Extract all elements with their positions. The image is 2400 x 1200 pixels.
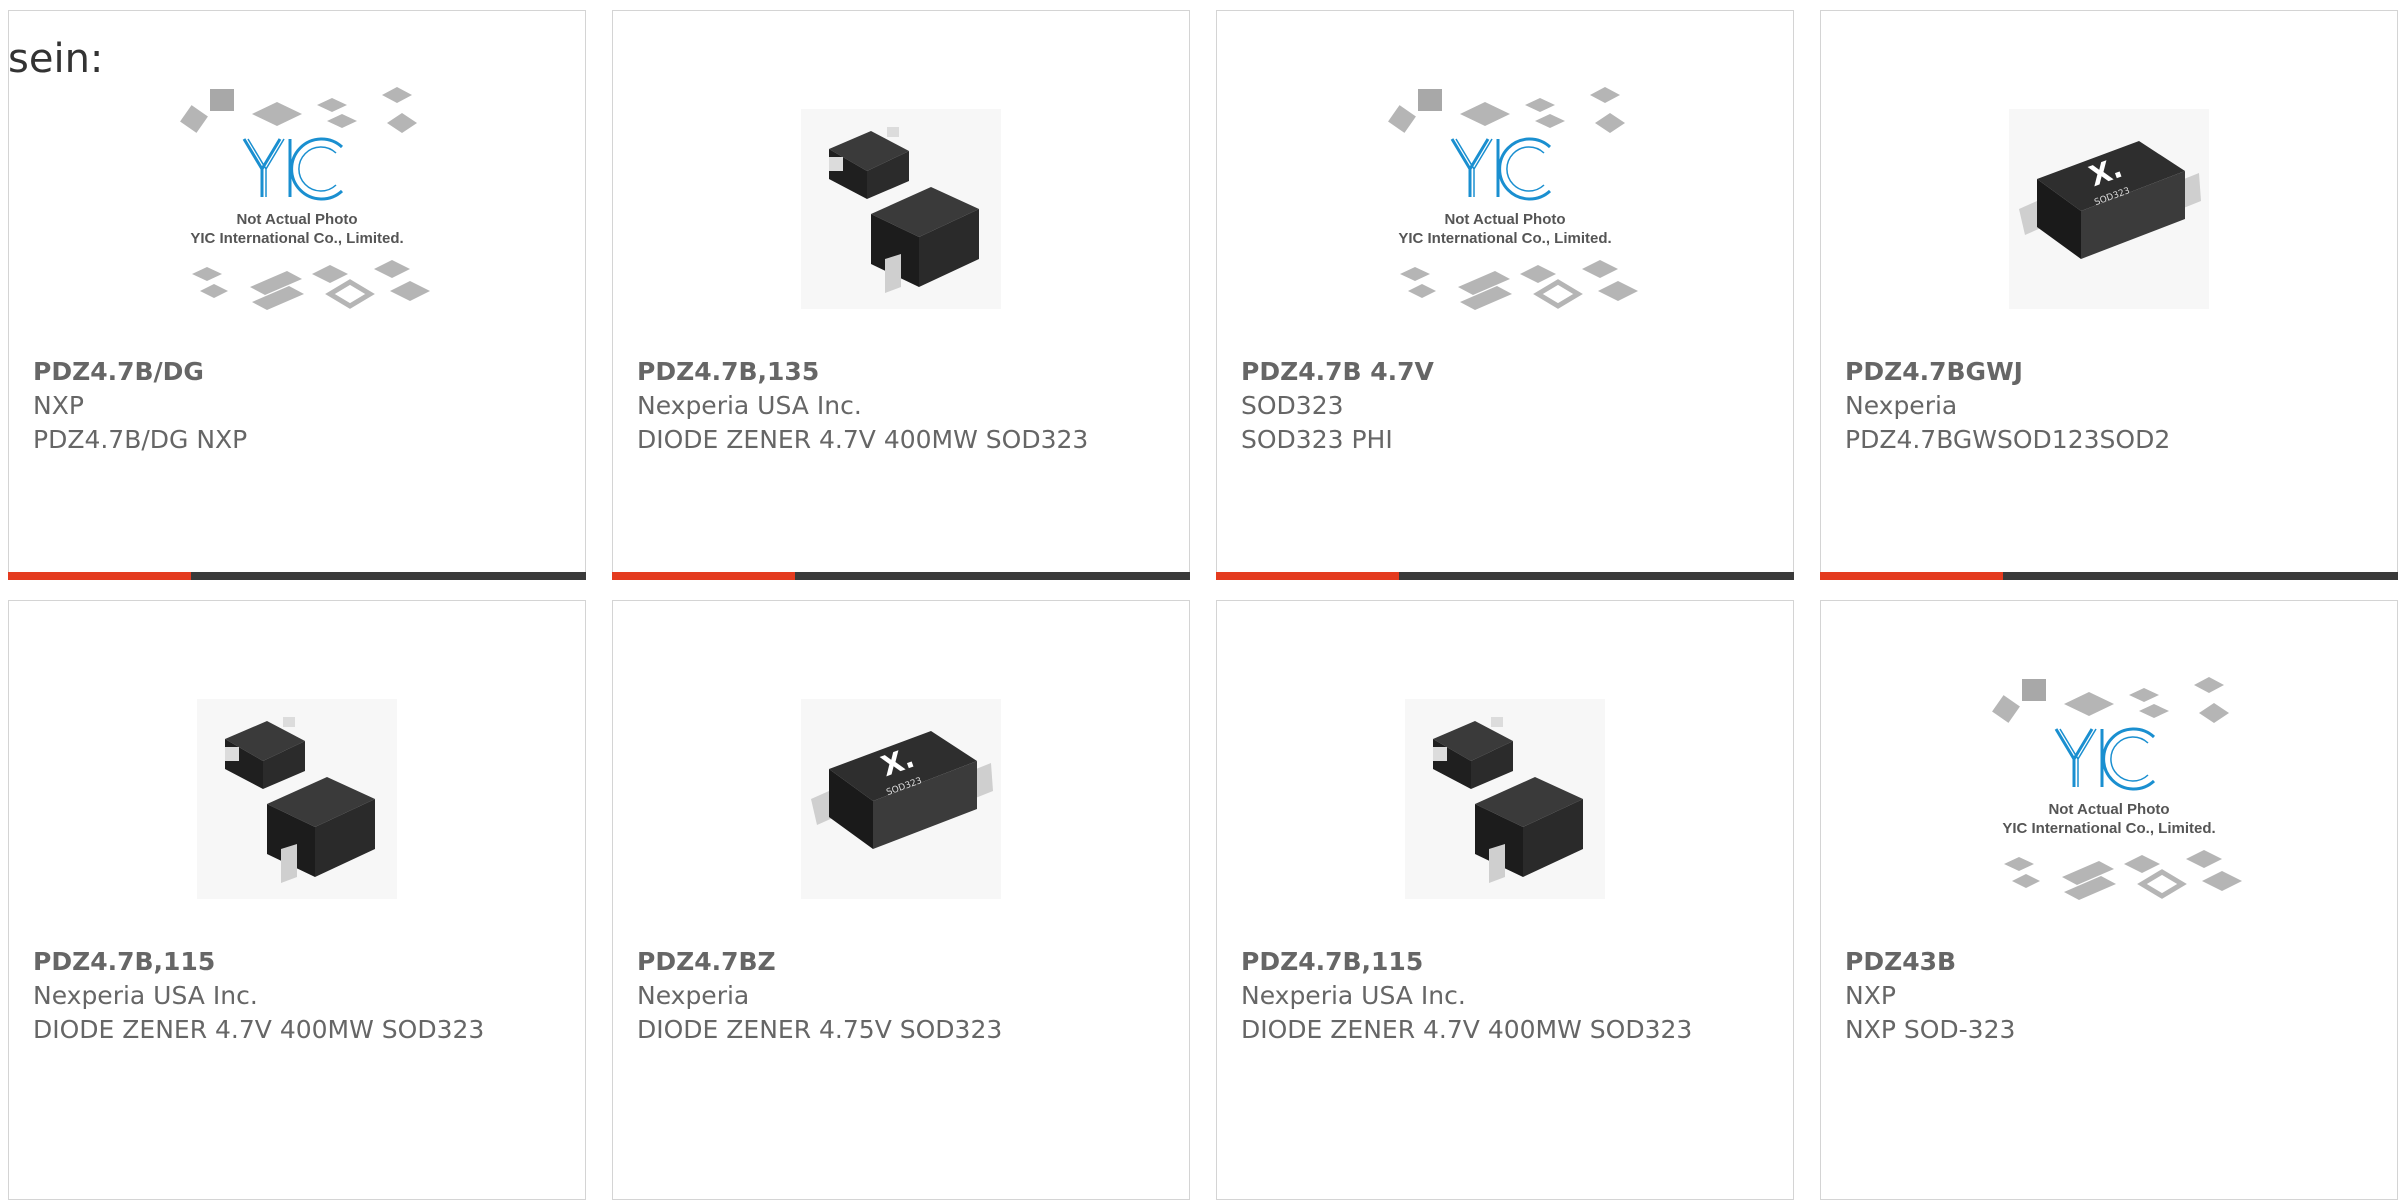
product-image[interactable] xyxy=(1217,659,1793,939)
card-footer-accent xyxy=(612,572,795,580)
product-image[interactable]: Not Actual Photo YIC International Co., … xyxy=(1821,659,2397,939)
description: PDZ4.7B/DG NXP xyxy=(33,425,248,454)
manufacturer: SOD323 xyxy=(1241,391,1344,420)
nexperia-package-image: X. SOD323 xyxy=(801,699,1001,899)
product-image[interactable] xyxy=(613,69,1189,349)
card-footer-bar xyxy=(8,572,586,580)
card-footer-accent xyxy=(8,572,191,580)
description: DIODE ZENER 4.7V 400MW SOD323 xyxy=(637,425,1089,454)
placeholder-image: Not Actual Photo YIC International Co., … xyxy=(1992,677,2242,900)
product-image[interactable]: Not Actual Photo YIC International Co., … xyxy=(1217,69,1793,349)
product-card-1[interactable]: Not Actual Photo YIC International Co., … xyxy=(8,10,586,580)
placeholder-image: Not Actual Photo YIC International Co., … xyxy=(1388,87,1638,310)
part-number[interactable]: PDZ4.7B,115 xyxy=(33,945,561,979)
description: NXP SOD-323 xyxy=(1845,1015,2016,1044)
part-number[interactable]: PDZ4.7BGWJ xyxy=(1845,355,2373,389)
manufacturer: NXP xyxy=(33,391,84,420)
placeholder-line2: YIC International Co., Limited. xyxy=(2002,820,2215,837)
description: PDZ4.7BGWSOD123SOD2 xyxy=(1845,425,2171,454)
intro-text: sein: xyxy=(8,36,104,82)
part-number[interactable]: PDZ4.7B,115 xyxy=(1241,945,1769,979)
card-footer-bar xyxy=(612,572,1190,580)
card-footer-accent xyxy=(1820,572,2003,580)
product-card-7[interactable]: PDZ4.7B,115 Nexperia USA Inc. DIODE ZENE… xyxy=(1216,600,1794,1200)
manufacturer: Nexperia USA Inc. xyxy=(33,981,258,1010)
part-number[interactable]: PDZ4.7BZ xyxy=(637,945,1165,979)
product-card-4[interactable]: X. SOD323 PDZ4.7BGWJ Nexperia PDZ4.7BGWS… xyxy=(1820,10,2398,580)
diode-pair-image xyxy=(197,699,397,899)
diode-pair-image xyxy=(801,109,1001,309)
placeholder-line2: YIC International Co., Limited. xyxy=(190,230,403,247)
card-footer-accent xyxy=(1216,572,1399,580)
card-footer-bar xyxy=(1216,572,1794,580)
placeholder-line2: YIC International Co., Limited. xyxy=(1398,230,1611,247)
placeholder-line1: Not Actual Photo xyxy=(1444,211,1565,228)
nexperia-package-image: X. SOD323 xyxy=(2009,109,2209,309)
part-number[interactable]: PDZ4.7B/DG xyxy=(33,355,561,389)
product-card-2[interactable]: PDZ4.7B,135 Nexperia USA Inc. DIODE ZENE… xyxy=(612,10,1190,580)
card-footer-bar xyxy=(1820,572,2398,580)
product-card-8[interactable]: Not Actual Photo YIC International Co., … xyxy=(1820,600,2398,1200)
part-number[interactable]: PDZ43B xyxy=(1845,945,2373,979)
manufacturer: Nexperia xyxy=(637,981,750,1010)
description: DIODE ZENER 4.7V 400MW SOD323 xyxy=(33,1015,485,1044)
placeholder-image: Not Actual Photo YIC International Co., … xyxy=(180,87,430,310)
description: DIODE ZENER 4.7V 400MW SOD323 xyxy=(1241,1015,1693,1044)
diode-pair-image xyxy=(1405,699,1605,899)
description: DIODE ZENER 4.75V SOD323 xyxy=(637,1015,1003,1044)
placeholder-line1: Not Actual Photo xyxy=(2048,801,2169,818)
product-image[interactable]: X. SOD323 xyxy=(613,659,1189,939)
product-image[interactable]: Not Actual Photo YIC International Co., … xyxy=(9,69,585,349)
manufacturer: NXP xyxy=(1845,981,1896,1010)
part-number[interactable]: PDZ4.7B 4.7V xyxy=(1241,355,1769,389)
manufacturer: Nexperia xyxy=(1845,391,1958,420)
product-image[interactable]: X. SOD323 xyxy=(1821,69,2397,349)
manufacturer: Nexperia USA Inc. xyxy=(1241,981,1466,1010)
product-image[interactable] xyxy=(9,659,585,939)
product-card-6[interactable]: X. SOD323 PDZ4.7BZ Nexperia DIODE ZENER … xyxy=(612,600,1190,1200)
product-card-3[interactable]: Not Actual Photo YIC International Co., … xyxy=(1216,10,1794,580)
product-card-5[interactable]: PDZ4.7B,115 Nexperia USA Inc. DIODE ZENE… xyxy=(8,600,586,1200)
manufacturer: Nexperia USA Inc. xyxy=(637,391,862,420)
description: SOD323 PHI xyxy=(1241,425,1393,454)
placeholder-line1: Not Actual Photo xyxy=(236,211,357,228)
part-number[interactable]: PDZ4.7B,135 xyxy=(637,355,1165,389)
